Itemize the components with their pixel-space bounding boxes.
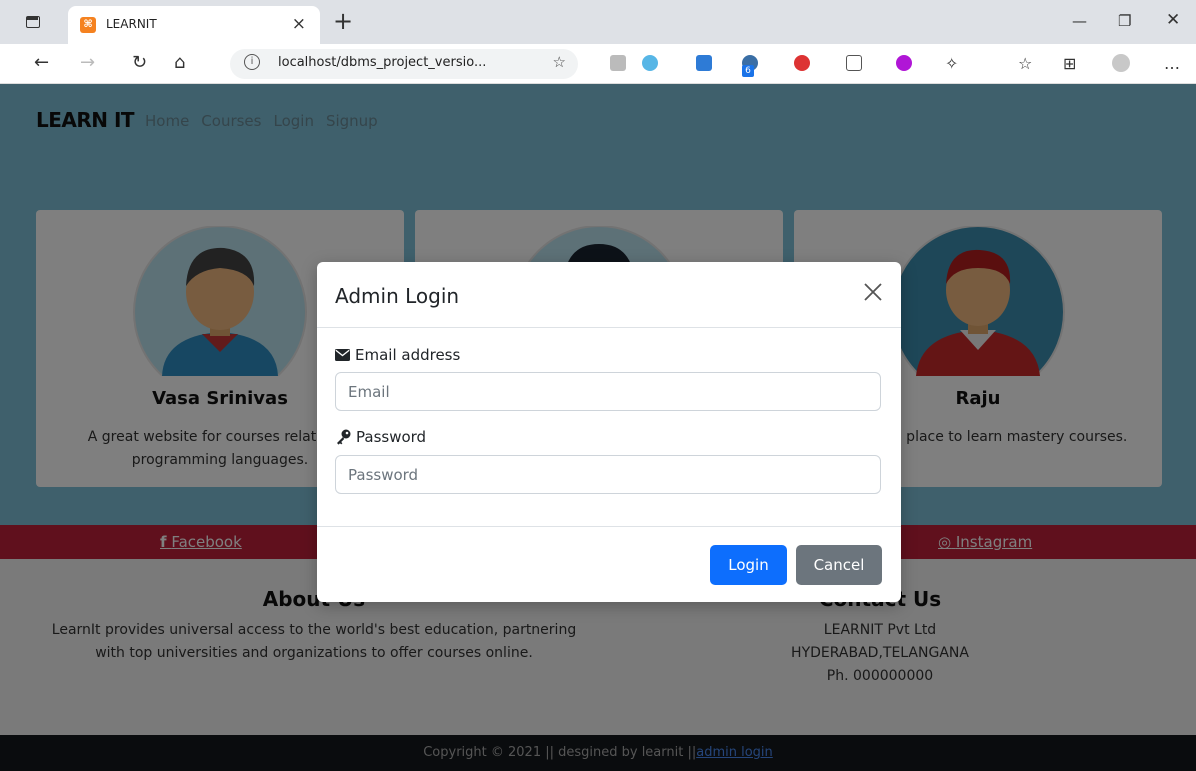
mail-icon[interactable] xyxy=(846,55,862,71)
profile-avatar-icon[interactable] xyxy=(1112,54,1130,72)
window-close-icon[interactable]: ✕ xyxy=(1166,10,1180,30)
tab-title: LEARNIT xyxy=(106,17,157,31)
restore-icon[interactable]: ❐ xyxy=(1118,12,1131,30)
email-label: Email address xyxy=(335,346,460,364)
modal-title: Admin Login xyxy=(335,284,460,308)
browser-tab-bar: ⌘ LEARNIT × + — ❐ ✕ xyxy=(0,0,1196,44)
tab-close-icon[interactable]: × xyxy=(292,14,306,34)
admin-login-modal: Admin Login Email address Passwo xyxy=(317,262,901,602)
omnibox[interactable]: i localhost/dbms_project_versio... ☆ xyxy=(230,49,578,79)
refresh-icon[interactable]: ↻ xyxy=(132,52,147,73)
page-content: LEARN IT Home Courses Login Signup Vasa … xyxy=(0,84,1196,771)
browser-tab[interactable]: ⌘ LEARNIT × xyxy=(68,6,320,44)
tab-actions-icon[interactable] xyxy=(26,16,40,28)
extension-bug-icon[interactable] xyxy=(794,55,810,71)
modal-body: Email address Password xyxy=(317,328,901,526)
close-icon[interactable] xyxy=(861,280,885,304)
collections-icon[interactable]: ⊞ xyxy=(1063,54,1076,73)
login-button[interactable]: Login xyxy=(710,545,787,585)
extension-react-icon[interactable] xyxy=(642,55,658,71)
site-info-icon[interactable]: i xyxy=(244,54,260,70)
email-input[interactable] xyxy=(335,372,881,411)
extension-window-icon[interactable] xyxy=(696,55,712,71)
more-icon[interactable]: … xyxy=(1164,54,1180,73)
favorites-icon[interactable]: ☆ xyxy=(1018,54,1032,73)
back-icon[interactable]: ← xyxy=(34,52,49,73)
key-icon xyxy=(337,429,351,445)
new-tab-icon[interactable]: + xyxy=(333,7,353,35)
password-input[interactable] xyxy=(335,455,881,494)
extension-circle-icon[interactable] xyxy=(896,55,912,71)
email-label-text: Email address xyxy=(355,346,461,364)
favorite-add-icon[interactable]: ☆ xyxy=(553,53,566,71)
password-label-text: Password xyxy=(356,428,427,446)
forward-icon[interactable]: → xyxy=(80,52,95,73)
extensions-puzzle-icon[interactable]: ✧ xyxy=(945,54,958,73)
extension-badge: 6 xyxy=(742,65,754,77)
cancel-button[interactable]: Cancel xyxy=(796,545,882,585)
xampp-favicon-icon: ⌘ xyxy=(80,17,96,33)
home-icon[interactable]: ⌂ xyxy=(174,52,185,73)
password-label: Password xyxy=(335,428,426,446)
url-text[interactable]: localhost/dbms_project_versio... xyxy=(278,55,486,70)
envelope-icon xyxy=(335,349,350,361)
address-bar-row: ← → ↻ ⌂ i localhost/dbms_project_versio.… xyxy=(0,44,1196,84)
extension-icon[interactable] xyxy=(610,55,626,71)
minimize-icon[interactable]: — xyxy=(1072,12,1087,30)
modal-footer: Login Cancel xyxy=(317,526,901,602)
modal-header: Admin Login xyxy=(317,262,901,328)
